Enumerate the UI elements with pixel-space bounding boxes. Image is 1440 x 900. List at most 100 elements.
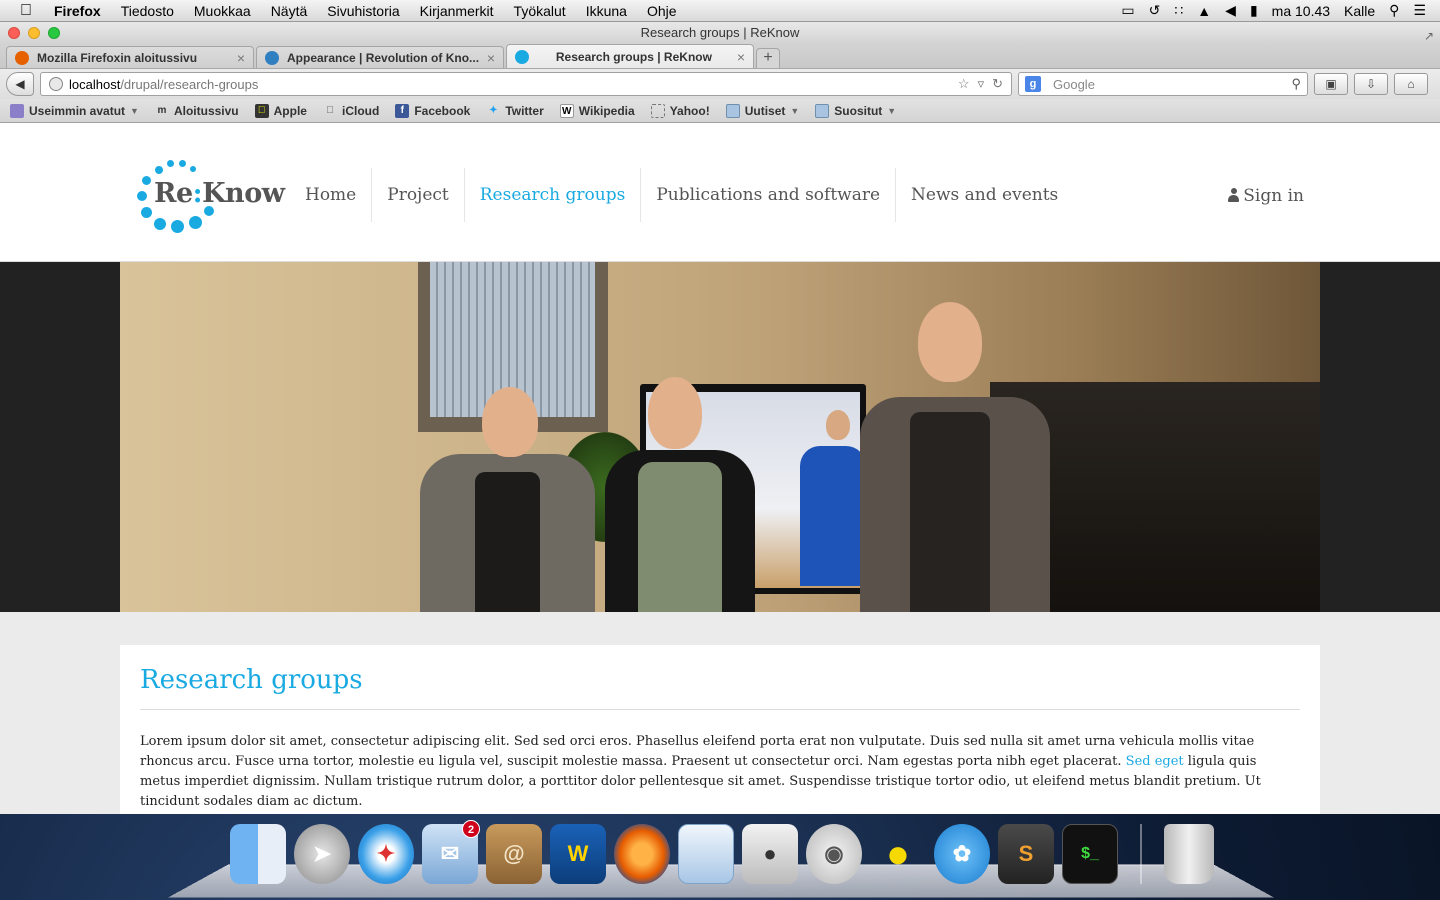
volume-icon[interactable]: ◀: [1225, 2, 1236, 19]
bookmark-label: Aloitussivu: [173, 103, 239, 118]
bookmark-apple[interactable]:  Apple: [254, 103, 307, 118]
menu-file[interactable]: Tiedosto: [111, 0, 184, 22]
url-path: /drupal/research-groups: [120, 76, 259, 92]
bookmark-suositut[interactable]: Suositut ▼: [815, 103, 897, 118]
sign-in-link[interactable]: Sign in: [1228, 186, 1304, 206]
nav-research-groups[interactable]: Research groups: [465, 168, 642, 222]
bookmark-most-visited[interactable]: Useimmin avatut ▼: [10, 103, 139, 118]
reknow-logo[interactable]: Re:Know: [136, 158, 285, 234]
dock-icons: ➤ ✦ ✉ 2 @ W ● ◉ ● ✿ S $_: [230, 820, 1214, 884]
new-tab-button[interactable]: +: [756, 48, 780, 68]
firefox-favicon-icon: [15, 50, 29, 65]
fullscreen-icon[interactable]: ↗: [1424, 25, 1434, 47]
logo-dot: [171, 220, 184, 233]
tab-appearance[interactable]: Appearance | Revolution of Kno... ×: [256, 46, 504, 68]
battery-icon[interactable]: ▮: [1250, 2, 1258, 19]
contacts-icon[interactable]: @: [486, 824, 542, 884]
apple-icon: : [254, 103, 269, 118]
menubar-user[interactable]: Kalle: [1344, 3, 1375, 19]
zoom-window-button[interactable]: [48, 27, 60, 39]
menu-app-name[interactable]: Firefox: [52, 0, 111, 22]
notification-center-icon[interactable]: ☰: [1413, 2, 1426, 19]
apple-menu-icon[interactable]: : [0, 2, 52, 20]
bookmark-uutiset[interactable]: Uutiset ▼: [725, 103, 799, 118]
cyberduck-icon[interactable]: ●: [870, 824, 926, 884]
tab-title: Research groups | ReKnow: [555, 49, 712, 64]
menu-history[interactable]: Sivuhistoria: [317, 0, 409, 22]
safari-icon[interactable]: ✦: [358, 824, 414, 884]
github-icon[interactable]: ●: [742, 824, 798, 884]
minimize-window-button[interactable]: [28, 27, 40, 39]
bookmark-twitter[interactable]: ✦ Twitter: [486, 104, 544, 118]
search-bar[interactable]: g Google ⚲: [1018, 72, 1308, 96]
openoffice-icon[interactable]: ✿: [934, 824, 990, 884]
menu-help[interactable]: Ohje: [637, 0, 687, 22]
time-machine-icon[interactable]: ↺: [1149, 2, 1161, 19]
bookmark-yahoo[interactable]: Yahoo!: [650, 103, 710, 118]
menu-tools[interactable]: Työkalut: [504, 0, 576, 22]
site-identity-icon[interactable]: [49, 77, 63, 91]
close-window-button[interactable]: [8, 27, 20, 39]
bookmark-icloud[interactable]:  iCloud: [323, 104, 379, 118]
google-engine-icon[interactable]: g: [1025, 76, 1041, 92]
menubar-clock[interactable]: ma 10.43: [1272, 3, 1330, 19]
bookmark-label: Facebook: [414, 103, 471, 118]
nav-news-and-events[interactable]: News and events: [896, 168, 1073, 222]
paragraph-text: Lorem ipsum dolor sit amet, consectetur …: [140, 734, 1255, 769]
close-tab-icon[interactable]: ×: [487, 50, 495, 66]
nav-project[interactable]: Project: [372, 168, 465, 222]
bluetooth-icon[interactable]: ∷: [1174, 2, 1183, 19]
launchpad-icon[interactable]: ➤: [294, 824, 350, 884]
tab-research-groups[interactable]: Research groups | ReKnow ×: [506, 44, 754, 68]
bookmark-label: iCloud: [341, 103, 380, 118]
nav-home[interactable]: Home: [290, 168, 373, 222]
tab-firefox-start[interactable]: Mozilla Firefoxin aloitussivu ×: [6, 46, 254, 68]
downloads-button[interactable]: ⇩: [1354, 73, 1388, 95]
screenshot-button[interactable]: ▣: [1314, 73, 1348, 95]
menu-window[interactable]: Ikkuna: [576, 0, 637, 22]
nav-publications-and-software[interactable]: Publications and software: [641, 168, 897, 222]
main-navigation: Home Project Research groups Publication…: [290, 168, 1073, 222]
virtualbox-icon[interactable]: [678, 824, 734, 884]
finder-icon[interactable]: [230, 824, 286, 884]
logo-dot: [155, 166, 163, 174]
bookmark-label: Suositut: [834, 103, 883, 118]
mail-badge: 2: [462, 820, 480, 838]
search-icon[interactable]: ⚲: [1291, 76, 1301, 92]
bookmark-label: Useimmin avatut: [29, 103, 126, 118]
firefox-icon[interactable]: [614, 824, 670, 884]
spotlight-icon[interactable]: ⚲: [1389, 2, 1399, 19]
menu-bookmarks[interactable]: Kirjanmerkit: [410, 0, 504, 22]
wifi-icon[interactable]: ▲: [1197, 3, 1211, 19]
bookmark-aloitussivu[interactable]: m Aloitussivu: [155, 104, 239, 118]
sublime-text-icon[interactable]: S: [998, 824, 1054, 884]
user-icon: [1228, 188, 1240, 202]
trash-icon[interactable]: [1164, 824, 1214, 884]
home-button[interactable]: ⌂: [1394, 73, 1428, 95]
logo-dot: [189, 216, 202, 229]
reload-icon[interactable]: ↻: [992, 76, 1003, 92]
inline-link[interactable]: Sed eget: [1126, 754, 1184, 769]
bookmark-star-icon[interactable]: ☆: [958, 76, 970, 92]
chevron-down-icon: ▼: [887, 105, 897, 116]
window-titlebar: Research groups | ReKnow ↗: [0, 22, 1440, 44]
bookmark-label: Uutiset: [744, 103, 786, 118]
mail-icon[interactable]: ✉ 2: [422, 820, 480, 884]
bookmark-wikipedia[interactable]: W Wikipedia: [559, 103, 635, 118]
history-dropdown-icon[interactable]: ▿: [978, 76, 985, 92]
photo-person-shirt: [910, 412, 990, 612]
back-button[interactable]: ◀: [6, 72, 34, 96]
wordpress-editor-icon[interactable]: W: [550, 824, 606, 884]
menu-view[interactable]: Näytä: [261, 0, 318, 22]
menubar-status-area: ▭ ↺ ∷ ▲ ◀ ▮ ma 10.43 Kalle ⚲ ☰: [1121, 2, 1440, 19]
postgres-icon[interactable]: ◉: [806, 824, 862, 884]
menu-edit[interactable]: Muokkaa: [184, 0, 261, 22]
terminal-icon[interactable]: $_: [1062, 824, 1118, 884]
bookmark-facebook[interactable]: f Facebook: [395, 103, 471, 118]
close-tab-icon[interactable]: ×: [237, 50, 245, 66]
browser-window: Research groups | ReKnow ↗ Mozilla Firef…: [0, 22, 1440, 814]
airplay-icon[interactable]: ▭: [1121, 2, 1134, 19]
window-title: Research groups | ReKnow: [640, 25, 800, 40]
close-tab-icon[interactable]: ×: [737, 49, 745, 65]
url-bar[interactable]: localhost /drupal/research-groups ☆ ▿ ↻: [40, 72, 1012, 96]
